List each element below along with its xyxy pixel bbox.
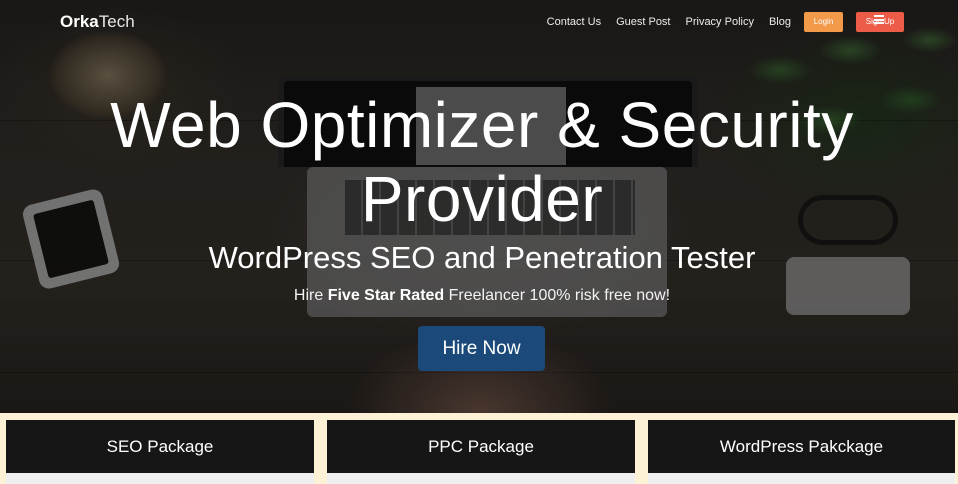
hamburger-icon[interactable] xyxy=(874,15,884,24)
hero-subtitle: WordPress SEO and Penetration Tester xyxy=(208,240,756,275)
brand-logo[interactable]: OrkaTech xyxy=(60,12,135,32)
brand-name-bold: Orka xyxy=(60,12,99,31)
hero-title-line2: Provider xyxy=(360,163,604,235)
hero-title: Web Optimizer & Security Provider xyxy=(0,88,958,236)
signup-button[interactable]: Sign Up xyxy=(856,12,904,32)
login-button[interactable]: Login xyxy=(804,12,843,32)
hire-now-button[interactable]: Hire Now xyxy=(418,326,545,371)
package-card-ppc-body xyxy=(327,473,635,484)
nav-link-privacy-policy[interactable]: Privacy Policy xyxy=(686,12,754,32)
tagline-prefix: Hire xyxy=(293,287,328,304)
hero-title-line1: Web Optimizer & Security xyxy=(110,89,854,161)
package-card-wordpress[interactable]: WordPress Pakckage xyxy=(648,420,955,473)
top-nav: Contact Us Guest Post Privacy Policy Blo… xyxy=(532,12,904,32)
package-card-ppc[interactable]: PPC Package xyxy=(327,420,635,473)
nav-link-blog[interactable]: Blog xyxy=(769,12,791,32)
tagline-suffix: Freelancer 100% risk free now! xyxy=(444,287,671,304)
tagline-bold: Five Star Rated xyxy=(327,287,445,304)
package-card-seo[interactable]: SEO Package xyxy=(6,420,314,473)
package-card-seo-body xyxy=(6,473,314,484)
nav-link-contact-us[interactable]: Contact Us xyxy=(547,12,601,32)
package-card-wordpress-body xyxy=(648,473,955,484)
nav-link-guest-post[interactable]: Guest Post xyxy=(616,12,670,32)
hero-tagline: Hire Five Star Rated Freelancer 100% ris… xyxy=(0,285,958,307)
packages-section: SEO Package PPC Package WordPress Pakcka… xyxy=(0,413,958,484)
brand-name-light: Tech xyxy=(98,12,135,31)
